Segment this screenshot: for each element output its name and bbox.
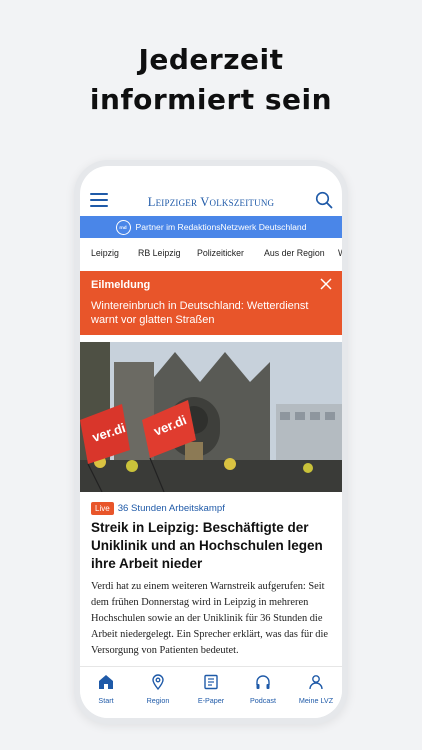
tab-label: Start <box>98 696 114 705</box>
nav-item-leipzig[interactable]: Leipzig <box>91 248 119 258</box>
article-tag[interactable]: 36 Stunden Arbeitskampf <box>118 503 225 514</box>
article-tagline: Live 36 Stunden Arbeitskampf <box>91 500 225 516</box>
close-icon[interactable] <box>320 278 332 290</box>
breaking-news-banner[interactable]: Eilmeldung Wintereinbruch in Deutschland… <box>80 271 342 335</box>
article-hero-image[interactable]: ver.di ver.di <box>80 342 342 492</box>
partner-text: Partner im RedaktionsNetzwerk Deutschlan… <box>135 222 307 232</box>
article-teaser[interactable]: Verdi hat zu einem weiteren Warnstreik a… <box>91 579 331 675</box>
user-icon <box>309 675 323 690</box>
breaking-text: Wintereinbruch in Deutschland: Wetterdie… <box>91 300 309 326</box>
promo-line-1: Jederzeit <box>138 43 284 76</box>
tab-podcast[interactable]: Podcast <box>237 673 289 705</box>
location-pin-icon <box>152 674 164 691</box>
phone-frame: Leipziger Volkszeitung rnd Partner im Red… <box>74 160 348 724</box>
brand-logo[interactable]: Leipziger Volkszeitung <box>80 195 342 210</box>
search-icon[interactable] <box>315 191 333 209</box>
article-title[interactable]: Streik in Leipzig: Beschäftigte der Unik… <box>91 519 335 573</box>
app-screen: Leipziger Volkszeitung rnd Partner im Red… <box>80 166 342 718</box>
rnd-badge-icon: rnd <box>115 220 131 236</box>
tab-meine-lvz[interactable]: Meine LVZ <box>290 673 342 705</box>
promo-headline: Jederzeit informiert sein <box>0 40 422 120</box>
tab-region[interactable]: Region <box>132 673 184 705</box>
nav-item-polizeiticker[interactable]: Polizeiticker <box>197 248 244 258</box>
tab-start[interactable]: Start <box>80 673 132 705</box>
bottom-tab-bar: Start Region E-Paper Podcast Meine LVZ <box>80 666 342 718</box>
partner-banner[interactable]: rnd Partner im RedaktionsNetzwerk Deutsch… <box>80 216 342 238</box>
breaking-label: Eilmeldung <box>91 279 151 291</box>
tab-epaper[interactable]: E-Paper <box>185 673 237 705</box>
tab-label: Meine LVZ <box>298 696 334 705</box>
category-nav: Leipzig RB Leipzig Polizeiticker Aus der… <box>80 240 342 270</box>
app-header: Leipziger Volkszeitung <box>80 166 342 218</box>
live-badge: Live <box>91 502 114 516</box>
nav-item-aus-der-region[interactable]: Aus der Region <box>264 248 325 258</box>
nav-item-more[interactable]: W <box>338 248 342 258</box>
home-icon <box>99 675 113 689</box>
epaper-icon <box>204 674 218 690</box>
headphones-icon <box>256 675 270 689</box>
nav-item-rb-leipzig[interactable]: RB Leipzig <box>138 248 181 258</box>
tab-label: Region <box>146 696 170 705</box>
tab-label: Podcast <box>250 696 276 705</box>
promo-line-2: informiert sein <box>89 83 333 116</box>
tab-label: E-Paper <box>197 696 225 705</box>
